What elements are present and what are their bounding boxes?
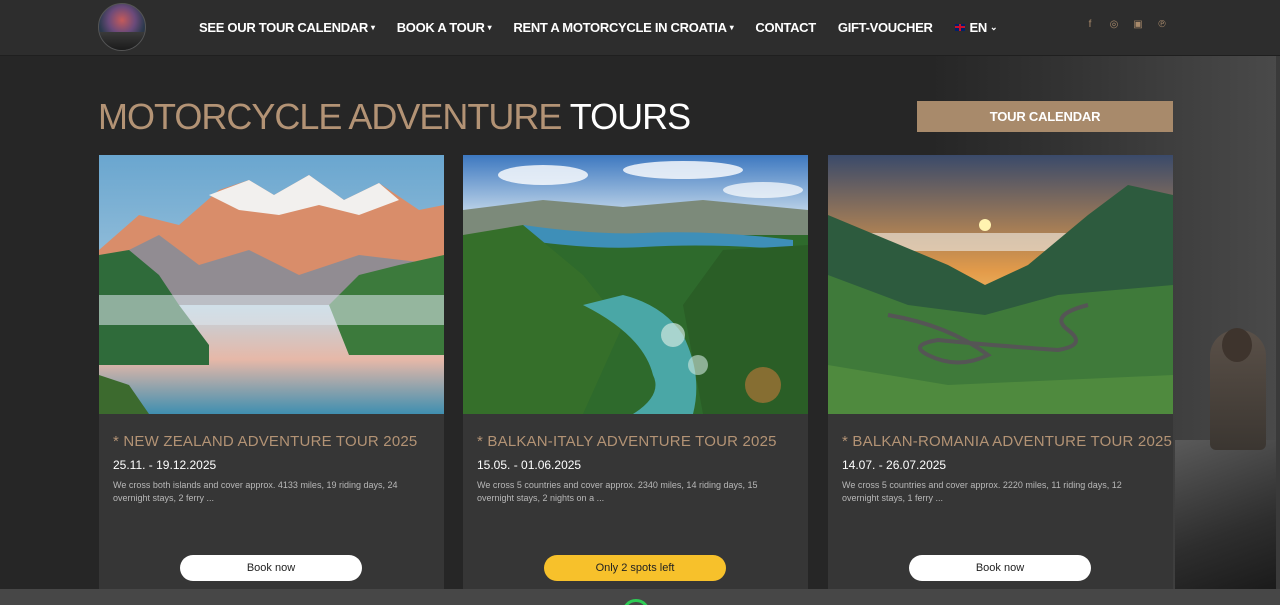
tour-card-balkan-romania[interactable]: * BALKAN-ROMANIA ADVENTURE TOUR 2025 14.…: [828, 155, 1173, 589]
background-rock: [1175, 440, 1280, 590]
language-label: EN: [969, 19, 988, 35]
nav-item-label: CONTACT: [755, 19, 816, 35]
page-scrollbar[interactable]: [1276, 56, 1280, 589]
tour-description: We cross 5 countries and cover approx. 2…: [477, 480, 758, 503]
caret-down-icon: ▾: [370, 22, 375, 32]
main-nav: SEE OUR TOUR CALENDAR ▾ BOOK A TOUR ▾ RENT…: [199, 0, 1019, 54]
nav-item-label: SEE OUR TOUR CALENDAR: [199, 19, 368, 35]
tour-dates: 25.11. - 19.12.2025: [113, 458, 217, 472]
tour-image-balkan-italy[interactable]: [463, 155, 808, 414]
tour-description: We cross both islands and cover approx. …: [113, 480, 398, 503]
tour-title[interactable]: * BALKAN-ROMANIA ADVENTURE TOUR 2025: [842, 433, 1172, 450]
page-title: MOTORCYCLE ADVENTURE TOURS: [98, 96, 691, 138]
youtube-icon[interactable]: ▣: [1132, 19, 1144, 30]
top-navigation-bar: SEE OUR TOUR CALENDAR ▾ BOOK A TOUR ▾ RENT…: [0, 0, 1280, 56]
nav-item-gift-voucher[interactable]: GIFT-VOUCHER: [838, 20, 933, 35]
background-person-head: [1222, 328, 1252, 362]
romania-mountain-road-image: [828, 155, 1173, 414]
tour-calendar-button[interactable]: TOUR CALENDAR: [917, 101, 1173, 132]
tour-image-new-zealand[interactable]: [99, 155, 444, 414]
tour-dates: 14.07. - 26.07.2025: [842, 458, 947, 472]
tour-card-new-zealand[interactable]: * NEW ZEALAND ADVENTURE TOUR 2025 25.11.…: [99, 155, 444, 589]
facebook-icon[interactable]: f: [1084, 19, 1096, 30]
caret-down-icon: ▾: [729, 22, 734, 32]
nav-item-rent-motorcycle[interactable]: RENT A MOTORCYCLE IN CROATIA ▾: [513, 20, 733, 35]
social-links: f ◎ ▣ ℗: [1084, 19, 1168, 30]
nav-item-book-tour[interactable]: BOOK A TOUR ▾: [397, 20, 492, 35]
pinterest-icon[interactable]: ℗: [1156, 19, 1168, 30]
instagram-icon[interactable]: ◎: [1108, 19, 1120, 30]
tour-title[interactable]: * BALKAN-ITALY ADVENTURE TOUR 2025: [477, 433, 777, 450]
tour-card-balkan-italy[interactable]: * BALKAN-ITALY ADVENTURE TOUR 2025 15.05…: [463, 155, 808, 589]
new-zealand-landscape-image: [99, 155, 444, 414]
uk-flag-icon: [954, 23, 965, 31]
nav-item-label: BOOK A TOUR: [396, 19, 485, 35]
book-now-button[interactable]: Book now: [909, 555, 1091, 581]
balkan-river-landscape-image: [463, 155, 808, 414]
tour-image-balkan-romania[interactable]: [828, 155, 1173, 414]
language-selector[interactable]: EN ⌄: [954, 19, 998, 35]
nav-item-label: GIFT-VOUCHER: [837, 19, 933, 35]
tour-description: We cross 5 countries and cover approx. 2…: [842, 480, 1122, 503]
nav-item-label: RENT A MOTORCYCLE IN CROATIA: [513, 19, 727, 35]
chevron-down-icon: ⌄: [990, 21, 998, 32]
book-now-button[interactable]: Book now: [180, 555, 362, 581]
nav-item-tour-calendar[interactable]: SEE OUR TOUR CALENDAR ▾: [199, 20, 375, 35]
site-logo[interactable]: [98, 3, 146, 51]
spots-left-button[interactable]: Only 2 spots left: [544, 555, 726, 581]
page-title-part-gold: MOTORCYCLE ADVENTURE: [98, 96, 562, 137]
caret-down-icon: ▾: [487, 22, 492, 32]
tour-title[interactable]: * NEW ZEALAND ADVENTURE TOUR 2025: [113, 433, 417, 450]
nav-item-contact[interactable]: CONTACT: [755, 19, 816, 35]
logo-ground-shape: [99, 31, 145, 50]
tour-dates: 15.05. - 01.06.2025: [477, 458, 582, 472]
page-title-part-white: TOURS: [569, 96, 691, 137]
